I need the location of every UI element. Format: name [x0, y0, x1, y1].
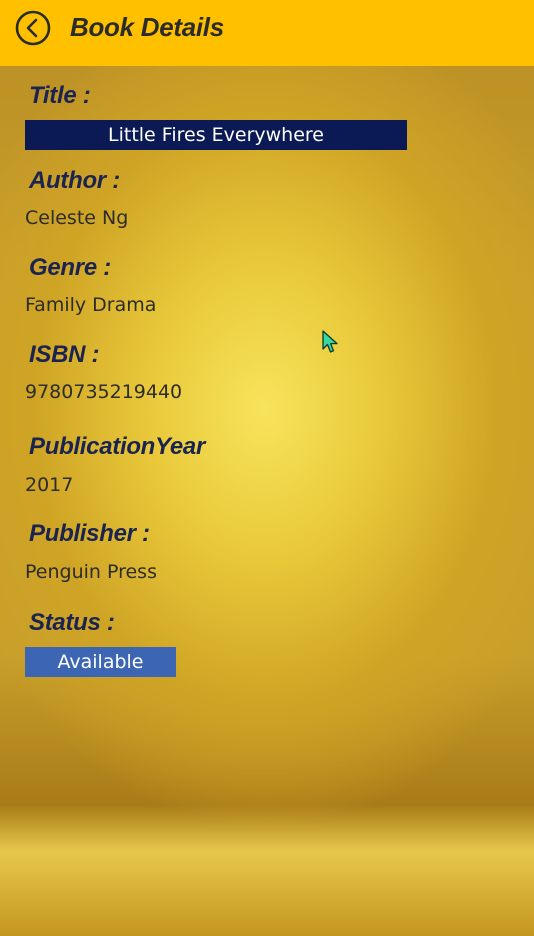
status-badge: Available	[25, 647, 176, 677]
title-value-field: Little Fires Everywhere	[25, 120, 407, 150]
publisher-value: Penguin Press	[25, 561, 157, 583]
mouse-cursor-icon	[322, 330, 338, 353]
page-title: Book Details	[70, 12, 224, 42]
book-details-screen: Book Details Title : Little Fires Everyw…	[0, 0, 534, 936]
back-button[interactable]	[15, 10, 51, 46]
publication-year-value: 2017	[25, 474, 74, 496]
isbn-value: 9780735219440	[25, 381, 183, 403]
isbn-label: ISBN :	[29, 341, 100, 368]
genre-value: Family Drama	[25, 294, 157, 316]
publication-year-label: PublicationYear	[29, 433, 205, 460]
author-value: Celeste Ng	[25, 207, 129, 229]
header-bar: Book Details	[0, 0, 534, 66]
chevron-left-circle-icon	[15, 10, 51, 46]
title-label: Title :	[29, 82, 91, 109]
publisher-label: Publisher :	[29, 520, 150, 547]
status-label: Status :	[29, 609, 115, 636]
author-label: Author :	[29, 167, 120, 194]
genre-label: Genre :	[29, 254, 111, 281]
